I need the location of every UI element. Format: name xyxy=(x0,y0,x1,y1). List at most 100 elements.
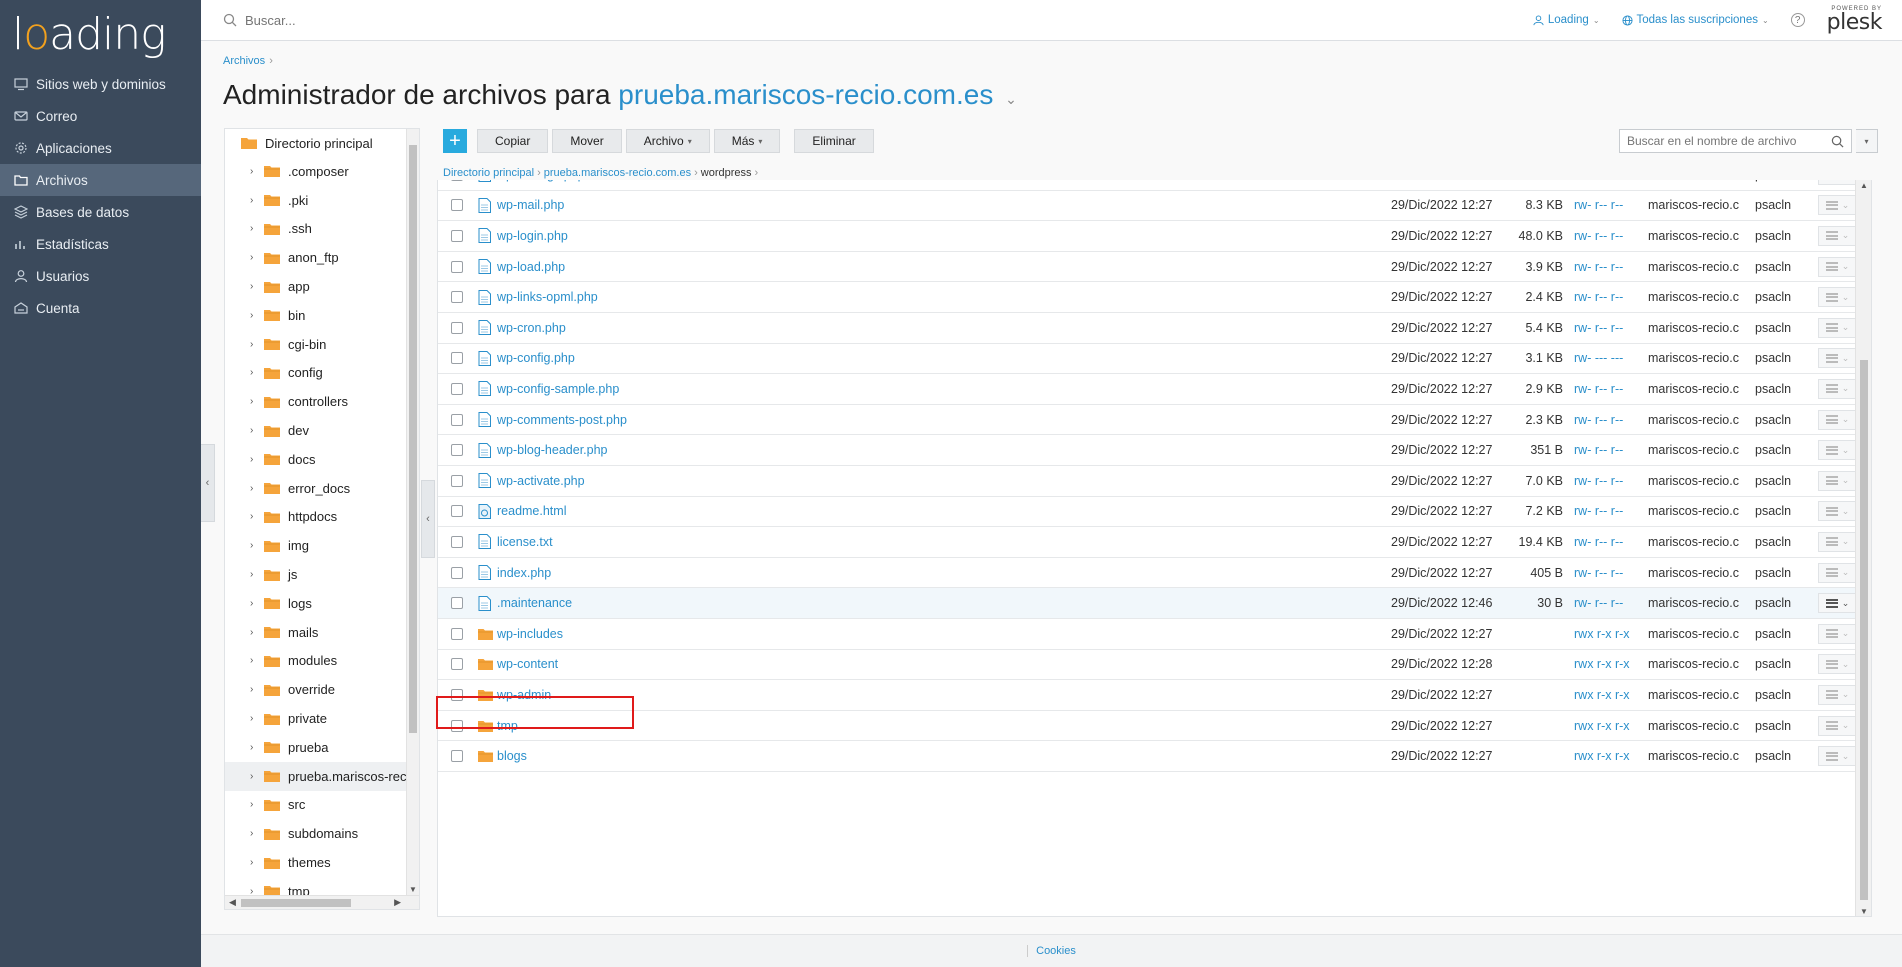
chevron-right-icon[interactable]: › xyxy=(250,166,262,177)
row-checkbox[interactable] xyxy=(451,597,463,610)
row-actions-menu[interactable]: ⌄ xyxy=(1818,654,1857,675)
row-actions-menu[interactable]: ⌄ xyxy=(1818,623,1857,644)
row-actions-menu[interactable]: ⌄ xyxy=(1818,684,1857,705)
file-name-link[interactable]: wp-content xyxy=(497,657,558,671)
chevron-right-icon[interactable]: › xyxy=(250,828,262,839)
sidebar-item-sitios-web-y-dominios[interactable]: Sitios web y dominios xyxy=(0,68,201,100)
scroll-left-arrow-icon[interactable]: ◀ xyxy=(229,897,236,908)
file-permissions-link[interactable]: rw- r-- r-- xyxy=(1574,198,1623,212)
file-permissions-link[interactable]: rw- r-- r-- xyxy=(1574,260,1623,274)
delete-button[interactable]: Eliminar xyxy=(794,129,874,153)
row-checkbox[interactable] xyxy=(451,180,463,181)
chevron-right-icon[interactable]: › xyxy=(250,569,262,580)
sidebar-item-archivos[interactable]: Archivos xyxy=(0,164,201,196)
file-permissions-link[interactable]: rw- r-- r-- xyxy=(1574,535,1623,549)
row-checkbox[interactable] xyxy=(451,352,463,365)
file-permissions-link[interactable]: rw- r-- r-- xyxy=(1574,180,1623,182)
add-button[interactable]: + xyxy=(443,129,467,153)
row-checkbox[interactable] xyxy=(451,566,463,579)
file-permissions-link[interactable]: rw- r-- r-- xyxy=(1574,382,1623,396)
sidebar-item-aplicaciones[interactable]: Aplicaciones xyxy=(0,132,201,164)
tree-item[interactable]: › subdomains xyxy=(225,819,419,848)
chevron-right-icon[interactable]: › xyxy=(250,771,262,782)
chevron-right-icon[interactable]: › xyxy=(250,367,262,378)
file-permissions-link[interactable]: rw- r-- r-- xyxy=(1574,504,1623,518)
sidebar-item-usuarios[interactable]: Usuarios xyxy=(0,260,201,292)
row-actions-menu[interactable]: ⌄ xyxy=(1818,180,1857,185)
scroll-right-arrow-icon[interactable]: ▶ xyxy=(394,897,401,908)
file-row[interactable]: license.txt 29/Dic/2022 12:27 19.4 KB rw- r… xyxy=(438,527,1857,558)
search-icon[interactable] xyxy=(1831,135,1844,148)
chevron-down-icon[interactable]: ⌄ xyxy=(1005,91,1017,107)
file-row[interactable]: wp-content 29/Dic/2022 12:28 rwx r-x r-x ma… xyxy=(438,650,1857,681)
row-checkbox[interactable] xyxy=(451,260,463,273)
file-row[interactable]: wp-comments-post.php 29/Dic/2022 12:27 2.3… xyxy=(438,405,1857,436)
file-name-link[interactable]: wp-activate.php xyxy=(497,474,585,488)
file-row[interactable]: wp-blog-header.php 29/Dic/2022 12:27 351 B… xyxy=(438,435,1857,466)
more-menu-button[interactable]: Más ▾ xyxy=(713,129,781,153)
file-permissions-link[interactable]: rwx r-x r-x xyxy=(1574,627,1630,641)
chevron-right-icon[interactable]: › xyxy=(250,598,262,609)
row-checkbox[interactable] xyxy=(451,627,463,640)
file-name-link[interactable]: wp-comments-post.php xyxy=(497,413,627,427)
chevron-right-icon[interactable]: › xyxy=(250,281,262,292)
chevron-right-icon[interactable]: › xyxy=(250,195,262,206)
file-name-link[interactable]: readme.html xyxy=(497,504,566,518)
file-row[interactable]: wp-activate.php 29/Dic/2022 12:27 7.0 KB rw… xyxy=(438,466,1857,497)
tree-item[interactable]: › .composer xyxy=(225,157,419,186)
collapse-tree-handle[interactable]: ‹ xyxy=(421,480,435,558)
tree-horizontal-scrollbar[interactable]: ◀ ▶ xyxy=(225,895,419,909)
chevron-right-icon[interactable]: › xyxy=(250,310,262,321)
row-checkbox[interactable] xyxy=(451,413,463,426)
file-row[interactable]: tmp 29/Dic/2022 12:27 rwx r-x r-x mariscos-… xyxy=(438,711,1857,742)
file-name-link[interactable]: wp-includes xyxy=(497,627,563,641)
file-search-input[interactable] xyxy=(1627,134,1827,148)
tree-item[interactable]: › js xyxy=(225,560,419,589)
scrollbar-thumb[interactable] xyxy=(241,899,351,907)
file-row[interactable]: wp-config.php 29/Dic/2022 12:27 3.1 KB rw- … xyxy=(438,344,1857,375)
file-name-link[interactable]: wp-cron.php xyxy=(497,321,566,335)
file-permissions-link[interactable]: rwx r-x r-x xyxy=(1574,657,1630,671)
tree-item[interactable]: › httpdocs xyxy=(225,503,419,532)
file-row[interactable]: wp-load.php 29/Dic/2022 12:27 3.9 KB rw- r-… xyxy=(438,252,1857,283)
tree-item[interactable]: › controllers xyxy=(225,387,419,416)
tree-item[interactable]: › error_docs xyxy=(225,474,419,503)
tree-item[interactable]: › img xyxy=(225,531,419,560)
chevron-right-icon[interactable]: › xyxy=(250,857,262,868)
tree-item[interactable]: › prueba xyxy=(225,733,419,762)
file-row[interactable]: blogs 29/Dic/2022 12:27 rwx r-x r-x marisco… xyxy=(438,741,1857,772)
row-actions-menu[interactable]: ⌄ xyxy=(1818,317,1857,338)
sidebar-item-correo[interactable]: Correo xyxy=(0,100,201,132)
row-actions-menu[interactable]: ⌄ xyxy=(1818,378,1857,399)
row-actions-menu[interactable]: ⌄ xyxy=(1818,256,1857,277)
breadcrumb-archivos[interactable]: Archivos xyxy=(223,55,265,67)
row-checkbox[interactable] xyxy=(451,658,463,671)
move-button[interactable]: Mover xyxy=(552,129,622,153)
file-permissions-link[interactable]: rw- r-- r-- xyxy=(1574,443,1623,457)
chevron-right-icon[interactable]: › xyxy=(250,483,262,494)
row-actions-menu[interactable]: ⌄ xyxy=(1818,409,1857,430)
file-list-scrollbar[interactable]: ▲ ▼ xyxy=(1855,180,1871,916)
logo[interactable]: loading xyxy=(0,0,201,68)
row-actions-menu[interactable]: ⌄ xyxy=(1818,715,1857,736)
subscriptions-menu[interactable]: Todas las suscripciones ⌄ xyxy=(1621,14,1769,26)
tree-item[interactable]: › mails xyxy=(225,618,419,647)
page-title-domain[interactable]: prueba.mariscos-recio.com.es xyxy=(618,79,993,110)
scroll-down-arrow-icon[interactable]: ▼ xyxy=(409,885,417,894)
file-name-link[interactable]: .maintenance xyxy=(497,596,572,610)
file-permissions-link[interactable]: rw- --- --- xyxy=(1574,351,1623,365)
row-checkbox[interactable] xyxy=(451,199,463,212)
file-row[interactable]: wp-login.php 29/Dic/2022 12:27 48.0 KB rw- … xyxy=(438,221,1857,252)
row-checkbox[interactable] xyxy=(451,474,463,487)
chevron-right-icon[interactable]: › xyxy=(250,454,262,465)
file-row[interactable]: index.php 29/Dic/2022 12:27 405 B rw- r-- r… xyxy=(438,558,1857,589)
file-permissions-link[interactable]: rw- r-- r-- xyxy=(1574,566,1623,580)
file-permissions-link[interactable]: rwx r-x r-x xyxy=(1574,688,1630,702)
file-permissions-link[interactable]: rw- r-- r-- xyxy=(1574,474,1623,488)
file-row[interactable]: wp-settings.php 29/Dic/2022 12:2724.0 KB r… xyxy=(438,180,1857,191)
tree-item[interactable]: › themes xyxy=(225,848,419,877)
row-actions-menu[interactable]: ⌄ xyxy=(1818,746,1857,767)
row-checkbox[interactable] xyxy=(451,229,463,242)
file-permissions-link[interactable]: rwx r-x r-x xyxy=(1574,719,1630,733)
file-permissions-link[interactable]: rw- r-- r-- xyxy=(1574,290,1623,304)
